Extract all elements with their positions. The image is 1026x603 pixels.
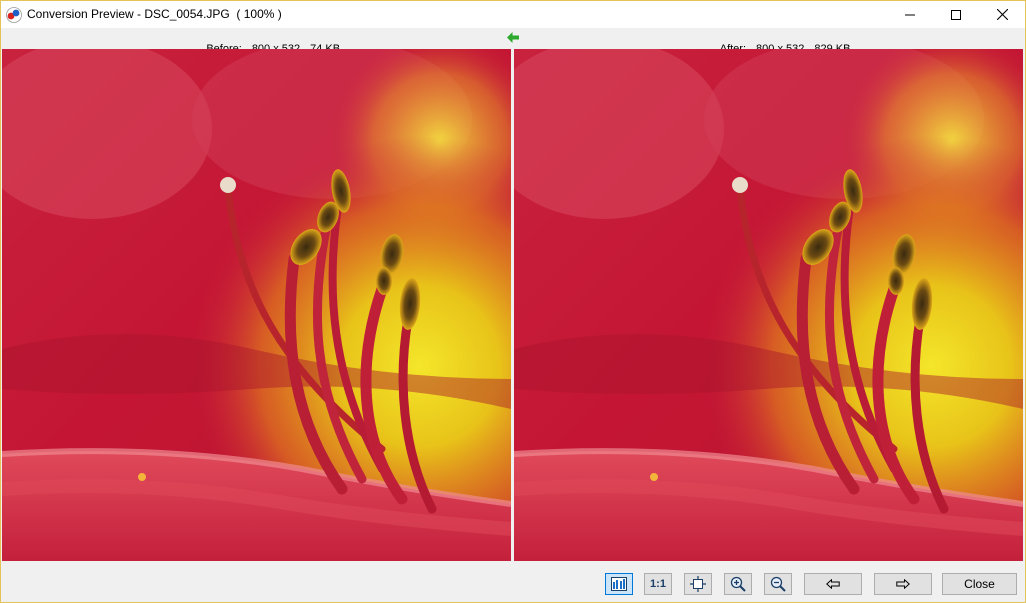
info-bar: Before:800 x 53274 KB After:800 x 532829… <box>1 28 1025 55</box>
window-title: Conversion Preview - DSC_0054.JPG ( 100%… <box>27 7 282 21</box>
arrow-right-icon <box>896 579 910 589</box>
side-by-side-button[interactable] <box>605 573 633 595</box>
bottom-toolbar: 1:1 Close <box>1 562 1025 602</box>
zoom-out-icon <box>770 576 786 592</box>
maximize-icon <box>951 9 961 20</box>
sync-arrow-icon[interactable] <box>507 32 519 43</box>
close-button-label: Close <box>964 577 995 591</box>
fit-to-window-button[interactable] <box>684 573 712 595</box>
maximize-button[interactable] <box>933 1 979 28</box>
next-image-button[interactable] <box>874 573 932 595</box>
title-bar[interactable]: Conversion Preview - DSC_0054.JPG ( 100%… <box>1 1 1025 28</box>
close-window-button[interactable] <box>979 1 1025 28</box>
minimize-button[interactable] <box>887 1 933 28</box>
zoom-out-button[interactable] <box>764 573 792 595</box>
arrow-left-icon <box>826 579 840 589</box>
actual-size-button[interactable]: 1:1 <box>644 573 672 595</box>
minimize-icon <box>905 14 915 15</box>
actual-size-label: 1:1 <box>650 578 666 590</box>
close-button[interactable]: Close <box>942 573 1017 595</box>
zoom-in-icon <box>730 576 746 592</box>
before-image-pane[interactable] <box>2 49 511 561</box>
fit-to-window-icon <box>690 576 706 592</box>
close-icon <box>996 9 1008 20</box>
before-image <box>2 49 511 561</box>
side-by-side-icon <box>611 577 627 591</box>
zoom-in-button[interactable] <box>724 573 752 595</box>
after-image-pane[interactable] <box>514 49 1023 561</box>
app-icon <box>6 7 22 23</box>
after-image <box>514 49 1023 561</box>
conversion-preview-window: Conversion Preview - DSC_0054.JPG ( 100%… <box>0 0 1026 603</box>
previous-image-button[interactable] <box>804 573 862 595</box>
